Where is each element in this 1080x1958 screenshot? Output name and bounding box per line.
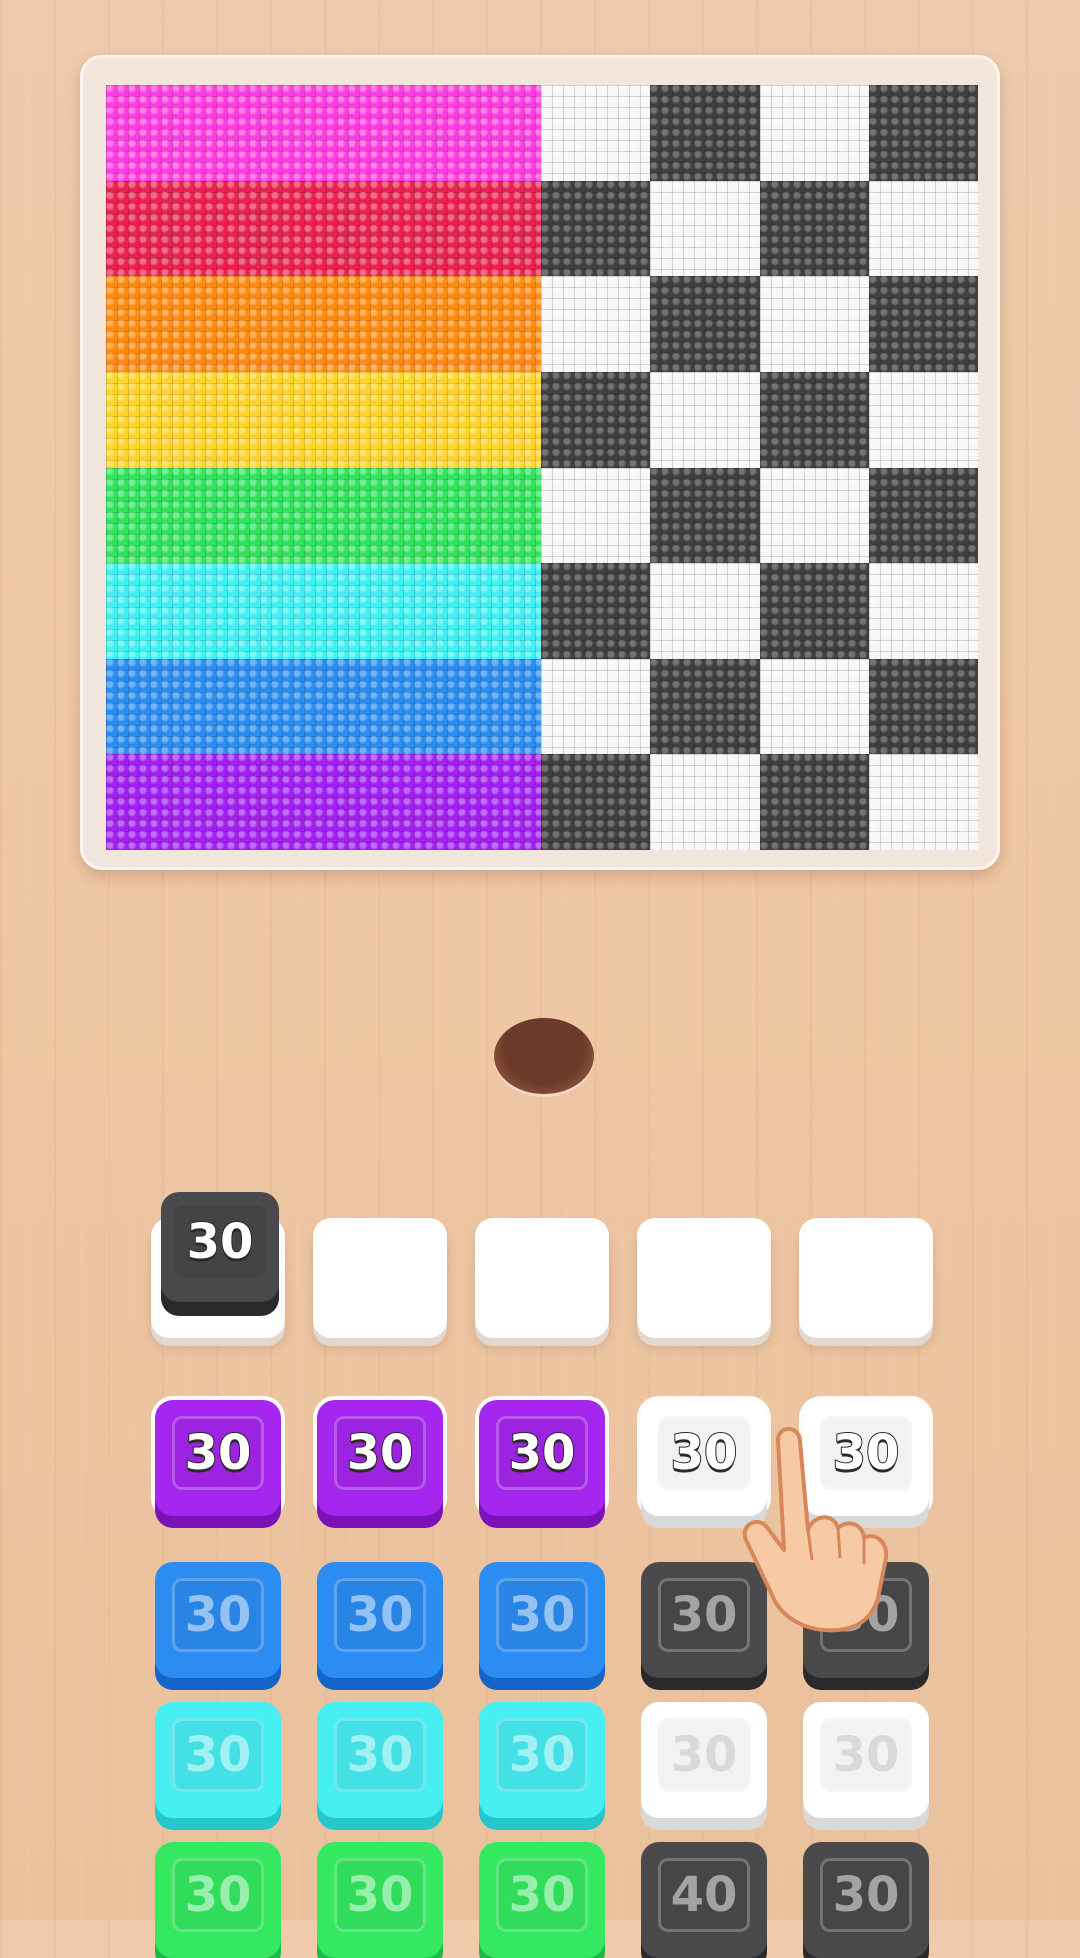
tile-value: 30 xyxy=(658,1718,750,1792)
tile-value: 30 xyxy=(658,1416,750,1490)
tile-value: 30 xyxy=(172,1858,264,1932)
checker-cell xyxy=(759,658,869,755)
checker-cell xyxy=(868,754,978,850)
checker-cell xyxy=(650,276,760,372)
tile-value: 30 xyxy=(172,1578,264,1652)
checker-cell xyxy=(650,85,760,181)
tile-value: 30 xyxy=(820,1858,912,1932)
checker-cell xyxy=(868,467,978,564)
tile-r4-c3[interactable]: 30 xyxy=(479,1842,605,1958)
empty-slot xyxy=(313,1218,447,1338)
rainbow-stripes xyxy=(106,85,541,850)
checker-cell xyxy=(541,85,651,181)
pixel-artwork xyxy=(106,85,978,850)
tile-r2-c2[interactable]: 30 xyxy=(317,1562,443,1678)
tile-r2-c3[interactable]: 30 xyxy=(479,1562,605,1678)
tile-value: 40 xyxy=(658,1858,750,1932)
checker-cell xyxy=(759,85,869,181)
tile-r3-c5[interactable]: 30 xyxy=(803,1702,929,1818)
tile-value: 30 xyxy=(334,1416,426,1490)
tile-r1-c2[interactable]: 30 xyxy=(317,1400,443,1516)
checker-cell xyxy=(541,467,651,564)
queued-tile: 30 xyxy=(161,1192,279,1302)
checker-cell xyxy=(868,180,978,277)
rainbow-stripe-7 xyxy=(106,658,541,755)
checker-cell xyxy=(541,180,651,277)
checker-cell xyxy=(650,180,760,277)
checker-cell xyxy=(541,371,651,468)
tile-r3-c1[interactable]: 30 xyxy=(155,1702,281,1818)
checker-cell xyxy=(541,563,651,659)
rainbow-stripe-1 xyxy=(106,85,541,181)
tile-r4-c4[interactable]: 40 xyxy=(641,1842,767,1958)
checker-cell xyxy=(650,563,760,659)
checker-cell xyxy=(541,276,651,372)
checker-cell xyxy=(541,658,651,755)
pointing-hand-icon xyxy=(742,1427,888,1633)
tile-value: 30 xyxy=(334,1718,426,1792)
tile-value: 30 xyxy=(174,1205,266,1279)
tile-r1-c1[interactable]: 30 xyxy=(155,1400,281,1516)
tile-value: 30 xyxy=(172,1718,264,1792)
empty-slot xyxy=(799,1218,933,1338)
tile-value: 30 xyxy=(334,1578,426,1652)
checker-cell xyxy=(759,754,869,850)
tile-r3-c4[interactable]: 30 xyxy=(641,1702,767,1818)
rainbow-stripe-8 xyxy=(106,754,541,850)
tile-r2-c1[interactable]: 30 xyxy=(155,1562,281,1678)
tile-value: 30 xyxy=(496,1578,588,1652)
tile-value: 30 xyxy=(334,1858,426,1932)
checker-cell xyxy=(868,85,978,181)
checker-cell xyxy=(759,276,869,372)
checker-cell xyxy=(650,658,760,755)
empty-slot xyxy=(475,1218,609,1338)
tile-value: 30 xyxy=(496,1416,588,1490)
checker-cell xyxy=(868,371,978,468)
tile-value: 30 xyxy=(496,1718,588,1792)
tile-value: 30 xyxy=(820,1718,912,1792)
rainbow-stripe-4 xyxy=(106,371,541,468)
rainbow-stripe-6 xyxy=(106,563,541,659)
tile-value: 30 xyxy=(172,1416,264,1490)
tile-r4-c2[interactable]: 30 xyxy=(317,1842,443,1958)
checker-cell xyxy=(541,754,651,850)
tile-r4-c5[interactable]: 30 xyxy=(803,1842,929,1958)
rainbow-stripe-3 xyxy=(106,276,541,372)
checker-cell xyxy=(759,371,869,468)
tile-value: 30 xyxy=(496,1858,588,1932)
empty-slot xyxy=(637,1218,771,1338)
tile-r3-c2[interactable]: 30 xyxy=(317,1702,443,1818)
tile-r4-c1[interactable]: 30 xyxy=(155,1842,281,1958)
checker-cell xyxy=(650,371,760,468)
tile-value: 30 xyxy=(658,1578,750,1652)
checker-cell xyxy=(868,563,978,659)
checker-cell xyxy=(759,180,869,277)
checker-cell xyxy=(759,563,869,659)
drop-hole xyxy=(494,1018,594,1094)
rainbow-stripe-5 xyxy=(106,467,541,564)
rainbow-stripe-2 xyxy=(106,180,541,277)
checker-cell xyxy=(650,467,760,564)
checker-cell xyxy=(650,754,760,850)
tile-r3-c3[interactable]: 30 xyxy=(479,1702,605,1818)
checker-cell xyxy=(868,276,978,372)
tile-r1-c3[interactable]: 30 xyxy=(479,1400,605,1516)
checker-cell xyxy=(759,467,869,564)
checker-pattern xyxy=(541,85,978,850)
checker-cell xyxy=(868,658,978,755)
